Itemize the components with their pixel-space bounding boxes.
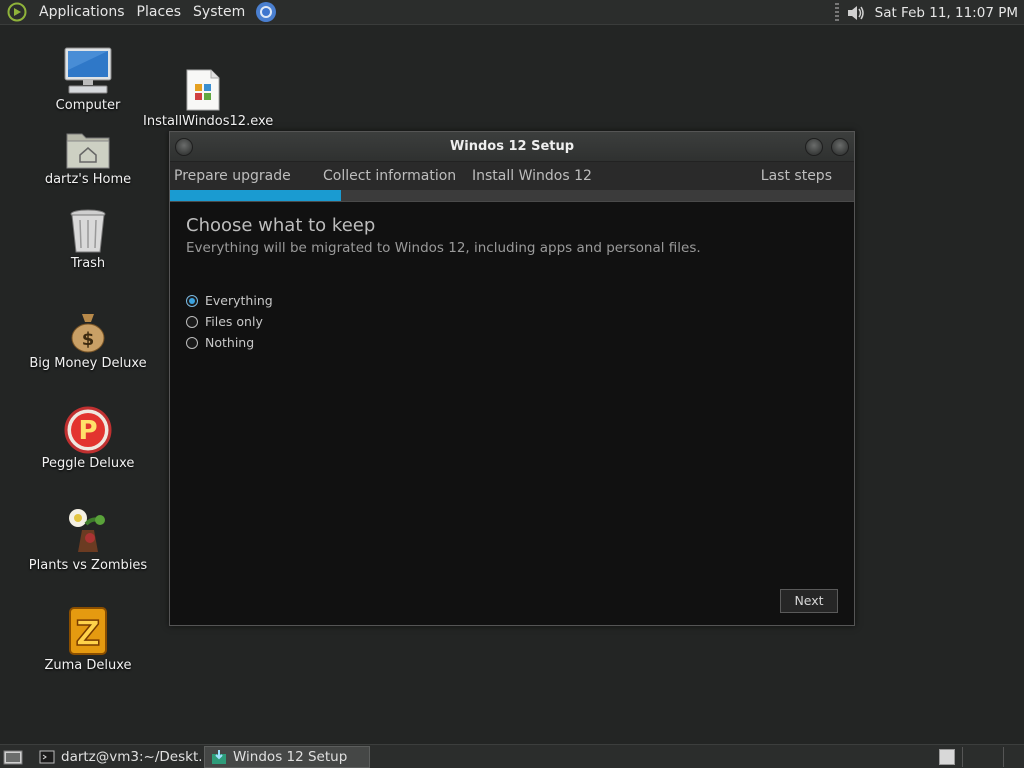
window-menu-button[interactable]: [175, 138, 193, 156]
terminal-icon: [39, 750, 55, 764]
setup-window: Windos 12 Setup Prepare upgrade Collect …: [169, 131, 855, 626]
taskbar-item-setup[interactable]: Windos 12 Setup: [204, 746, 370, 768]
workspace-2[interactable]: [962, 747, 1024, 767]
setup-progress-fill: [170, 190, 341, 201]
keep-options-group: Everything Files only Nothing: [186, 290, 838, 353]
svg-text:$: $: [82, 329, 95, 350]
setup-progress-bar: [170, 190, 854, 202]
step-install: Install Windos 12: [472, 168, 592, 184]
money-bag-icon: $: [71, 314, 105, 353]
option-nothing[interactable]: Nothing: [186, 332, 838, 353]
option-label: Everything: [205, 293, 273, 308]
chromium-icon[interactable]: [255, 1, 277, 23]
distro-menu-icon[interactable]: [7, 2, 27, 22]
step-collect-information: Collect information: [323, 168, 457, 184]
computer-icon: [64, 47, 112, 94]
desktop-icon-big-money[interactable]: $ Big Money Deluxe: [28, 310, 148, 371]
desktop-icon-label: Computer: [55, 98, 121, 113]
close-button[interactable]: [831, 138, 849, 156]
step-prepare-upgrade: Prepare upgrade: [174, 168, 291, 184]
trash-icon: [70, 209, 106, 253]
exe-file-icon: [186, 69, 220, 111]
menu-system[interactable]: System: [187, 0, 251, 25]
radio-button[interactable]: [186, 315, 198, 328]
desktop-icon-label: Plants vs Zombies: [28, 558, 148, 573]
menu-applications[interactable]: Applications: [33, 0, 131, 25]
desktop-icon-zuma[interactable]: Z Zuma Deluxe: [28, 606, 148, 673]
option-files-only[interactable]: Files only: [186, 311, 838, 332]
plants-vs-zombies-icon: [69, 509, 105, 552]
workspace-1[interactable]: [939, 749, 955, 765]
setup-icon: [212, 750, 226, 764]
page-subtitle: Everything will be migrated to Windos 12…: [186, 240, 701, 256]
page-title: Choose what to keep: [186, 215, 376, 236]
volume-icon[interactable]: [845, 2, 867, 24]
desktop-icon-label: Big Money Deluxe: [29, 356, 147, 371]
menu-places[interactable]: Places: [131, 0, 188, 25]
desktop-icon-label: Zuma Deluxe: [44, 658, 132, 673]
desktop-icon-pvz[interactable]: Plants vs Zombies: [28, 506, 148, 573]
bottom-panel: dartz@vm3:~/Deskt... Windos 12 Setup: [0, 744, 1024, 768]
svg-text:Z: Z: [76, 614, 101, 654]
window-title: Windos 12 Setup: [449, 139, 575, 154]
window-titlebar[interactable]: Windos 12 Setup: [170, 132, 854, 162]
peggle-icon: P: [64, 406, 112, 454]
desktop-icon-label: Trash: [70, 256, 106, 271]
desktop-icon-trash[interactable]: Trash: [28, 208, 148, 271]
desktop-icon-label: InstallWindos12.exe: [143, 114, 274, 129]
option-everything[interactable]: Everything: [186, 290, 838, 311]
desktop-icon-label: dartz's Home: [44, 172, 132, 187]
desktop-icon-installer[interactable]: InstallWindos12.exe: [143, 68, 274, 129]
step-last-steps: Last steps: [760, 168, 832, 184]
window-content: Choose what to keep Everything will be m…: [186, 215, 838, 353]
home-folder-icon: [66, 133, 110, 169]
taskbar-item-label: dartz@vm3:~/Deskt...: [61, 749, 201, 765]
desktop-icon-computer[interactable]: Computer: [28, 46, 148, 113]
top-panel: Applications Places System Sat Feb 11, 1…: [0, 0, 1024, 25]
show-desktop-icon[interactable]: [2, 747, 24, 767]
minimize-button[interactable]: [805, 138, 823, 156]
desktop-icon-peggle[interactable]: P Peggle Deluxe: [28, 406, 148, 471]
taskbar-item-terminal[interactable]: dartz@vm3:~/Deskt...: [33, 746, 201, 768]
panel-separator: [834, 2, 839, 23]
taskbar-item-label: Windos 12 Setup: [233, 749, 348, 765]
svg-text:P: P: [78, 416, 97, 446]
radio-button[interactable]: [186, 336, 198, 349]
option-label: Nothing: [205, 335, 255, 350]
step-indicator: Prepare upgrade Collect information Inst…: [170, 162, 854, 190]
radio-button[interactable]: [186, 294, 198, 307]
zuma-icon: Z: [69, 607, 107, 655]
desktop-icon-label: Peggle Deluxe: [41, 456, 135, 471]
next-button[interactable]: Next: [780, 589, 838, 613]
option-label: Files only: [205, 314, 263, 329]
desktop-icon-home[interactable]: dartz's Home: [28, 128, 148, 187]
clock[interactable]: Sat Feb 11, 11:07 PM: [875, 5, 1018, 21]
